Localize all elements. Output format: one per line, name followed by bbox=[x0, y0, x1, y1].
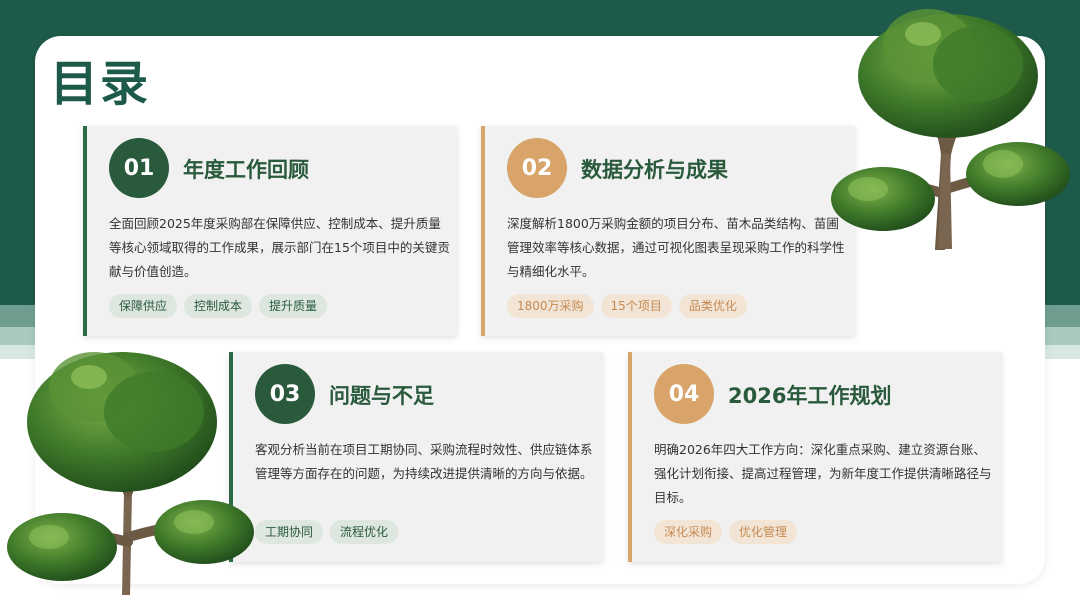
card-title: 数据分析与成果 bbox=[581, 158, 728, 182]
card-number-badge: 01 bbox=[109, 138, 169, 198]
card-description: 明确2026年四大工作方向：深化重点采购、建立资源台账、强化计划衔接、提高过程管… bbox=[654, 442, 992, 505]
tree-image-bottom-left bbox=[7, 352, 254, 595]
tag: 品类优化 bbox=[678, 294, 747, 318]
card-title: 问题与不足 bbox=[329, 384, 434, 408]
card-number-badge: 02 bbox=[507, 138, 567, 198]
toc-card-02[interactable]: 02 数据分析与成果 深度解析1800万采购金额的项目分布、苗木品类结构、苗圃管… bbox=[481, 126, 855, 336]
card-number-badge: 03 bbox=[255, 364, 315, 424]
card-description: 全面回顾2025年度采购部在保障供应、控制成本、提升质量等核心领域取得的工作成果… bbox=[109, 216, 450, 279]
tag: 工期协同 bbox=[255, 520, 324, 544]
toc-card-01[interactable]: 01 年度工作回顾 全面回顾2025年度采购部在保障供应、控制成本、提升质量等核… bbox=[83, 126, 457, 336]
tag: 深化采购 bbox=[654, 520, 723, 544]
card-tags: 工期协同 流程优化 bbox=[255, 520, 399, 544]
card-title: 年度工作回顾 bbox=[183, 158, 309, 182]
toc-card-03[interactable]: 03 问题与不足 客观分析当前在项目工期协同、采购流程时效性、供应链体系管理等方… bbox=[229, 352, 603, 562]
tag: 控制成本 bbox=[184, 294, 253, 318]
card-title: 2026年工作规划 bbox=[728, 384, 892, 408]
card-description: 深度解析1800万采购金额的项目分布、苗木品类结构、苗圃管理效率等核心数据，通过… bbox=[507, 216, 845, 279]
tag: 流程优化 bbox=[330, 520, 399, 544]
toc-card-04[interactable]: 04 2026年工作规划 明确2026年四大工作方向：深化重点采购、建立资源台账… bbox=[628, 352, 1002, 562]
tag: 保障供应 bbox=[109, 294, 178, 318]
tag: 优化管理 bbox=[729, 520, 798, 544]
tag: 提升质量 bbox=[259, 294, 328, 318]
card-description: 客观分析当前在项目工期协同、采购流程时效性、供应链体系管理等方面存在的问题，为持… bbox=[255, 442, 593, 481]
page-title: 目录 bbox=[50, 56, 151, 112]
tree-image-top-right bbox=[831, 9, 1070, 250]
card-tags: 保障供应 控制成本 提升质量 bbox=[109, 294, 328, 318]
tag: 1800万采购 bbox=[507, 294, 594, 318]
tag: 15个项目 bbox=[600, 294, 672, 318]
card-tags: 深化采购 优化管理 bbox=[654, 520, 798, 544]
card-tags: 1800万采购 15个项目 品类优化 bbox=[507, 294, 747, 318]
card-number-badge: 04 bbox=[654, 364, 714, 424]
